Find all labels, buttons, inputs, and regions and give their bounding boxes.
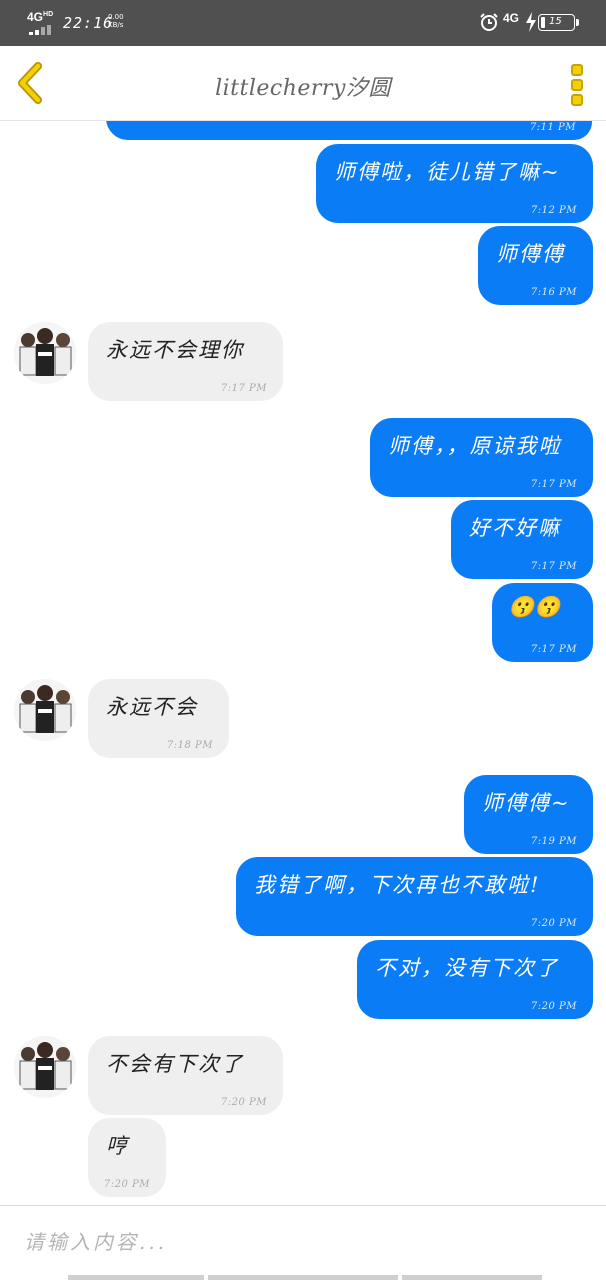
message-emoji: 😗😗 <box>508 595 561 619</box>
nav-recent-segment[interactable] <box>402 1275 542 1280</box>
message-text: 哼 <box>106 1134 129 1158</box>
network-speed: 0.00 KB/s <box>108 13 128 29</box>
avatar-image <box>14 1036 76 1098</box>
message-time: 7:16 PM <box>530 287 577 298</box>
message-time: 7:17 PM <box>530 644 577 655</box>
signal-icon <box>29 25 55 35</box>
menu-dot-icon <box>571 64 583 76</box>
message-text: 师傅傅~ <box>482 791 571 815</box>
chat-header: littlecherry汐圆 <box>0 46 606 121</box>
nav-back-segment[interactable] <box>68 1275 204 1280</box>
contact-avatar[interactable] <box>14 1036 76 1098</box>
message-time: 7:18 PM <box>166 740 213 751</box>
message-text: 永远不会 <box>106 695 198 719</box>
network-speed-value: 0.00 <box>108 13 124 21</box>
message-time: 7:20 PM <box>220 1097 267 1108</box>
message-bubble-outgoing[interactable]: 师傅傅 7:16 PM <box>478 226 593 305</box>
message-text: 师傅傅 <box>496 242 565 266</box>
avatar-image <box>14 322 76 384</box>
message-time: 7:19 PM <box>530 836 577 847</box>
message-bubble-incoming[interactable]: 永远不会 7:18 PM <box>88 679 229 758</box>
battery-icon: 15 <box>538 14 575 31</box>
message-input[interactable] <box>22 1224 586 1260</box>
status-bar: 4GHD 22:16 0.00 KB/s 4G 15 <box>0 0 606 46</box>
message-bubble-outgoing[interactable]: 好不好嘛 7:17 PM <box>451 500 593 579</box>
system-nav-bar <box>68 1275 542 1280</box>
message-text: 师傅啦，徒儿错了嘛~ <box>334 160 561 184</box>
network-hd-label: HD <box>43 11 54 18</box>
message-bubble-outgoing[interactable]: 😗😗 7:17 PM <box>492 583 593 662</box>
message-text: 师傅，，原谅我啦 <box>388 434 562 458</box>
battery-tip <box>576 19 579 26</box>
message-time: 7:11 PM <box>529 122 576 133</box>
contact-avatar[interactable] <box>14 679 76 741</box>
network-type-right: 4G <box>503 11 520 25</box>
network-speed-unit: KB/s <box>108 21 124 29</box>
message-bubble-outgoing[interactable]: 7:11 PM <box>106 121 592 140</box>
avatar-image <box>14 679 76 741</box>
message-text: 永远不会理你 <box>106 338 244 362</box>
clock: 22:16 <box>63 14 114 32</box>
message-text: 我错了啊，下次再也不敢啦! <box>254 873 541 897</box>
message-text: 不对，没有下次了 <box>375 956 559 980</box>
chat-title: littlecherry汐圆 <box>215 76 391 101</box>
message-bubble-outgoing[interactable]: 师傅，，原谅我啦 7:17 PM <box>370 418 593 497</box>
more-menu-button[interactable] <box>566 62 588 106</box>
battery-level: 15 <box>549 16 562 27</box>
nav-home-segment[interactable] <box>208 1275 398 1280</box>
composer-bar <box>0 1205 606 1281</box>
charging-icon <box>526 12 536 32</box>
message-bubble-outgoing[interactable]: 不对，没有下次了 7:20 PM <box>357 940 593 1019</box>
menu-dot-icon <box>571 94 583 106</box>
contact-avatar[interactable] <box>14 322 76 384</box>
message-text: 好不好嘛 <box>469 516 561 540</box>
message-time: 7:17 PM <box>530 479 577 490</box>
alarm-icon <box>480 13 498 31</box>
message-bubble-incoming[interactable]: 哼 7:20 PM <box>88 1118 166 1197</box>
message-bubble-outgoing[interactable]: 我错了啊，下次再也不敢啦! 7:20 PM <box>236 857 593 936</box>
network-label: 4G <box>27 10 44 24</box>
message-time: 7:12 PM <box>530 205 577 216</box>
message-list[interactable]: 7:11 PM 师傅啦，徒儿错了嘛~ 7:12 PM 师傅傅 7:16 PM 永… <box>0 121 606 1204</box>
message-text: 不会有下次了 <box>106 1052 244 1076</box>
message-time: 7:17 PM <box>220 383 267 394</box>
message-time: 7:17 PM <box>530 561 577 572</box>
message-bubble-outgoing[interactable]: 师傅啦，徒儿错了嘛~ 7:12 PM <box>316 144 593 223</box>
message-time: 7:20 PM <box>530 918 577 929</box>
message-bubble-incoming[interactable]: 永远不会理你 7:17 PM <box>88 322 283 401</box>
network-type: 4GHD <box>27 10 53 24</box>
message-bubble-incoming[interactable]: 不会有下次了 7:20 PM <box>88 1036 283 1115</box>
menu-dot-icon <box>571 79 583 91</box>
message-time: 7:20 PM <box>530 1001 577 1012</box>
message-bubble-outgoing[interactable]: 师傅傅~ 7:19 PM <box>464 775 593 854</box>
message-time: 7:20 PM <box>103 1179 150 1190</box>
